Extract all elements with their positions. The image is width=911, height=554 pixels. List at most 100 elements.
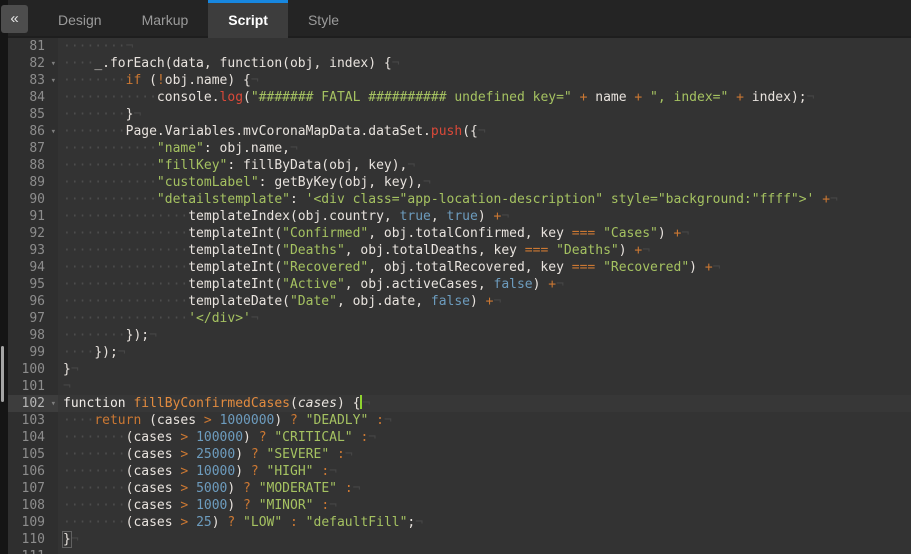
whitespace-dots: ········ <box>63 430 126 445</box>
code-line[interactable]: ············"customLabel": getByKey(obj,… <box>58 174 911 191</box>
code-token: : <box>376 413 384 428</box>
code-line[interactable]: ················templateDate("Date", obj… <box>58 293 911 310</box>
code-token: ) <box>235 464 251 479</box>
code-line[interactable]: ············"fillKey": fillByData(obj, k… <box>58 157 911 174</box>
code-line[interactable]: ····return (cases > 1000000) ? "DEADLY" … <box>58 412 911 429</box>
code-token: + <box>822 192 830 207</box>
line-number: 85 <box>8 106 58 123</box>
code-line[interactable]: ········(cases > 1000) ? "MINOR" :¬ <box>58 497 911 514</box>
code-line[interactable]: ················templateInt("Confirmed",… <box>58 225 911 242</box>
code-token: > <box>204 413 212 428</box>
whitespace-dots: ···· <box>63 56 94 71</box>
line-number: 89 <box>8 174 58 191</box>
code-token: 1000 <box>196 498 227 513</box>
fold-toggle-icon[interactable]: ▾ <box>51 124 56 141</box>
whitespace-dots: ················ <box>63 226 188 241</box>
code-token: 25 <box>196 515 212 530</box>
eol-mark: ¬ <box>329 498 337 513</box>
fold-toggle-icon[interactable]: ▾ <box>51 56 56 73</box>
whitespace-dots: ················ <box>63 277 188 292</box>
whitespace-dots: ················ <box>63 260 188 275</box>
eol-mark: ¬ <box>642 243 650 258</box>
code-token <box>368 413 376 428</box>
code-line[interactable]: ················templateInt("Active", ob… <box>58 276 911 293</box>
code-line[interactable]: ················templateIndex(obj.countr… <box>58 208 911 225</box>
code-token: : <box>337 447 345 462</box>
code-token: log <box>220 90 243 105</box>
code-token: , obj.totalRecovered, key <box>368 260 572 275</box>
code-line[interactable]: function fillByConfirmedCases(cases) {¬ <box>58 395 911 412</box>
code-token: "customLabel" <box>157 175 259 190</box>
code-line[interactable]: ················templateInt("Deaths", ob… <box>58 242 911 259</box>
code-token: 25000 <box>196 447 235 462</box>
code-line[interactable]: ········(cases > 10000) ? "HIGH" :¬ <box>58 463 911 480</box>
code-token: : <box>290 192 306 207</box>
code-token: 10000 <box>196 464 235 479</box>
eol-mark: ¬ <box>384 413 392 428</box>
eol-mark: ¬ <box>415 515 423 530</box>
code-token: "detailstemplate" <box>157 192 290 207</box>
tab-style[interactable]: Style <box>288 0 359 38</box>
tab-markup[interactable]: Markup <box>122 0 209 38</box>
collapse-panel-button[interactable]: « <box>1 5 28 33</box>
code-line[interactable]: ········if (!obj.name) {¬ <box>58 72 911 89</box>
code-token: + <box>705 260 713 275</box>
code-token: templateInt( <box>188 243 282 258</box>
eol-mark: ¬ <box>362 396 370 411</box>
code-line[interactable] <box>58 548 911 554</box>
eol-mark: ¬ <box>71 362 79 377</box>
left-scrollbar-thumb[interactable] <box>1 346 4 402</box>
code-token: '<div class="app-location-description" s… <box>306 192 815 207</box>
code-line[interactable]: ········});¬ <box>58 327 911 344</box>
code-line[interactable]: ············"name": obj.name,¬ <box>58 140 911 157</box>
tab-design[interactable]: Design <box>38 0 122 38</box>
code-line[interactable]: ········(cases > 25000) ? "SEVERE" :¬ <box>58 446 911 463</box>
eol-mark: ¬ <box>407 158 415 173</box>
code-line[interactable]: ············"detailstemplate": '<div cla… <box>58 191 911 208</box>
code-token: index); <box>744 90 807 105</box>
code-line[interactable]: }¬ <box>58 361 911 378</box>
code-line[interactable]: ········(cases > 100000) ? "CRITICAL" :¬ <box>58 429 911 446</box>
code-area[interactable]: ········¬····_.forEach(data, function(ob… <box>58 38 911 554</box>
code-token: "SEVERE" <box>267 447 330 462</box>
code-token <box>548 243 556 258</box>
code-line[interactable]: ············console.log("####### FATAL #… <box>58 89 911 106</box>
code-line[interactable]: ········Page.Variables.mvCoronaMapData.d… <box>58 123 911 140</box>
code-token <box>595 260 603 275</box>
code-token: } <box>63 362 71 377</box>
code-line[interactable]: }¬ <box>58 531 911 548</box>
whitespace-dots: ············ <box>63 90 157 105</box>
code-token: : <box>290 515 298 530</box>
code-line[interactable]: ········}¬ <box>58 106 911 123</box>
code-line[interactable]: ····});¬ <box>58 344 911 361</box>
code-line[interactable]: ················'</div>'¬ <box>58 310 911 327</box>
fold-toggle-icon[interactable]: ▾ <box>51 396 56 413</box>
code-token: 100000 <box>196 430 243 445</box>
eol-mark: ¬ <box>353 481 361 496</box>
code-token: (cases <box>126 481 181 496</box>
code-token: : <box>321 464 329 479</box>
code-token <box>188 515 196 530</box>
code-token: === <box>525 243 548 258</box>
code-editor[interactable]: 8182▾83▾848586▾8788899091929394959697989… <box>8 38 911 554</box>
code-token <box>188 464 196 479</box>
code-line[interactable]: ········¬ <box>58 38 911 55</box>
tab-script[interactable]: Script <box>208 0 288 38</box>
code-line[interactable]: ········(cases > 25) ? "LOW" : "defaultF… <box>58 514 911 531</box>
code-token: + <box>548 277 556 292</box>
line-number: 88 <box>8 157 58 174</box>
line-number: 102▾ <box>8 395 58 412</box>
code-line[interactable]: ····_.forEach(data, function(obj, index)… <box>58 55 911 72</box>
code-line[interactable]: ¬ <box>58 378 911 395</box>
fold-toggle-icon[interactable]: ▾ <box>51 73 56 90</box>
code-token: ? <box>290 413 298 428</box>
line-number: 97 <box>8 310 58 327</box>
code-line[interactable]: ················templateInt("Recovered",… <box>58 259 911 276</box>
code-token: "####### FATAL ########## undefined key=… <box>251 90 572 105</box>
code-token: "defaultFill" <box>306 515 408 530</box>
code-token: ( <box>243 90 251 105</box>
code-token: ) <box>274 413 290 428</box>
code-token: ) <box>243 430 259 445</box>
code-line[interactable]: ········(cases > 5000) ? "MODERATE" :¬ <box>58 480 911 497</box>
tab-bar: DesignMarkupScriptStyle <box>0 0 911 38</box>
